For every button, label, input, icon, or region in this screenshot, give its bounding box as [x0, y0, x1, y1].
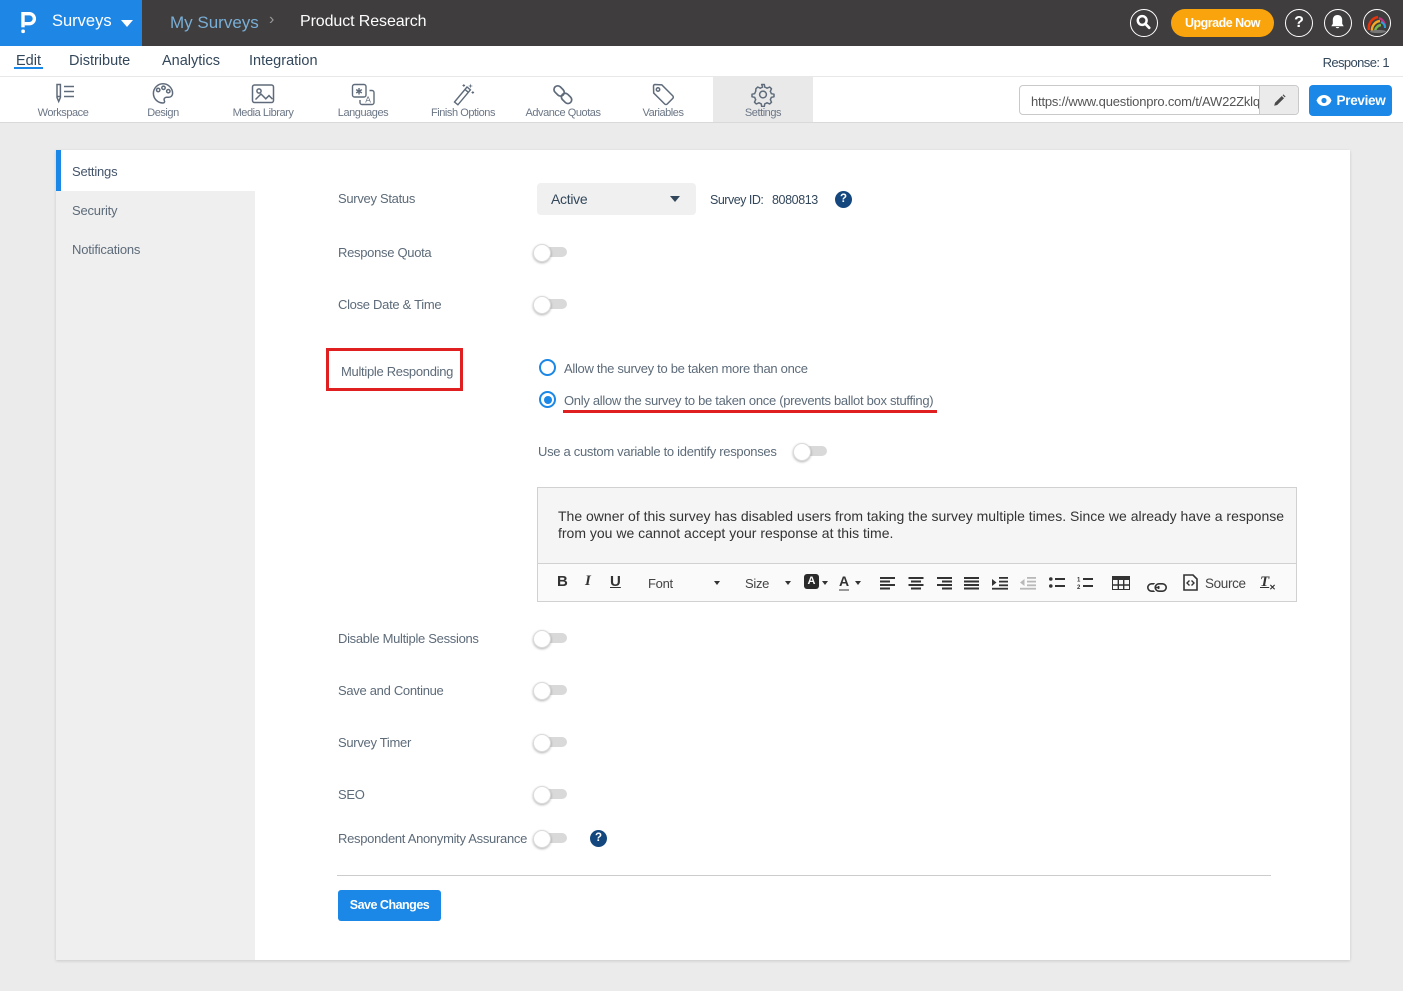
svg-text:2: 2 [1077, 585, 1081, 590]
svg-text:1: 1 [1077, 578, 1081, 584]
svg-text:✱: ✱ [355, 86, 363, 96]
svg-text:A: A [365, 95, 371, 105]
